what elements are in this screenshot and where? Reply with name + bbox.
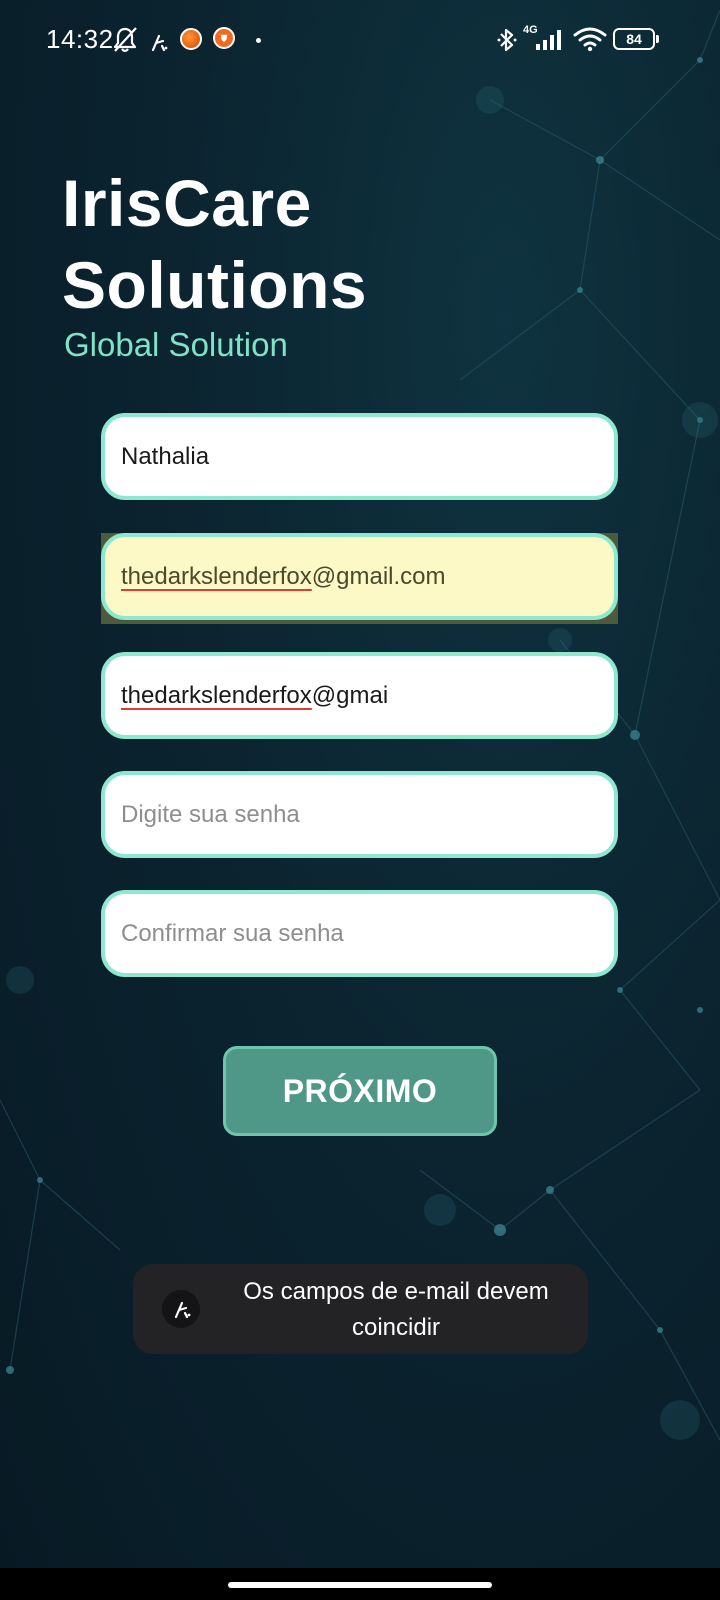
app-title: IrisCare Solutions [62, 162, 367, 326]
email-value-rest: @gmail.com [311, 562, 446, 590]
navigation-bar [0, 1568, 720, 1600]
name-input[interactable]: Nathalia [101, 413, 618, 500]
app-title-line2: Solutions [62, 248, 368, 322]
app-subtitle: Global Solution [64, 326, 288, 363]
brave-icon [213, 27, 235, 49]
toast-message: Os campos de e-mail devem coincidir [133, 1264, 588, 1354]
confirm-password-placeholder: Confirmar sua senha [121, 919, 344, 947]
email-value-misspelled: thedarkslenderfox [121, 562, 312, 590]
confirm-email-value-misspelled: thedarkslenderfox [121, 681, 312, 709]
battery-level: 84 [626, 31, 642, 47]
orange-app-icon [180, 28, 202, 50]
wifi-icon [573, 27, 607, 52]
email-value: thedarkslenderfox@gmail.com [121, 563, 446, 591]
battery-icon: 84 [613, 28, 659, 50]
toast-text-line2: coincidir [351, 1314, 441, 1341]
confirm-email-value-rest: @gmai [311, 681, 389, 709]
email-input[interactable]: thedarkslenderfox@gmail.com [101, 533, 618, 620]
name-value: Nathalia [121, 442, 210, 470]
signup-screen: 14:32 4G 84 IrisCare Solutions Global So… [0, 0, 720, 1600]
status-bar: 14:32 4G 84 [0, 0, 720, 80]
confirm-email-value: thedarkslenderfox@gmai [121, 682, 388, 710]
toast-text: Os campos de e-mail devem coincidir [221, 1274, 571, 1346]
bell-off-icon [113, 27, 137, 53]
toast-text-line1: Os campos de e-mail devem [243, 1278, 549, 1305]
status-time: 14:32 [46, 24, 114, 54]
bluetooth-icon [497, 28, 517, 52]
password-placeholder: Digite sua senha [121, 800, 300, 828]
signal-icon [536, 30, 561, 50]
more-dot-icon [256, 38, 261, 43]
confirm-email-input[interactable]: thedarkslenderfox@gmai [101, 652, 618, 739]
app-k-icon [151, 34, 168, 52]
home-indicator[interactable] [228, 1582, 492, 1588]
app-k-icon [162, 1290, 200, 1328]
password-input[interactable]: Digite sua senha [101, 771, 618, 858]
app-title-line1: IrisCare [62, 166, 312, 240]
confirm-password-input[interactable]: Confirmar sua senha [101, 890, 618, 977]
next-button[interactable]: PRÓXIMO [223, 1046, 497, 1136]
